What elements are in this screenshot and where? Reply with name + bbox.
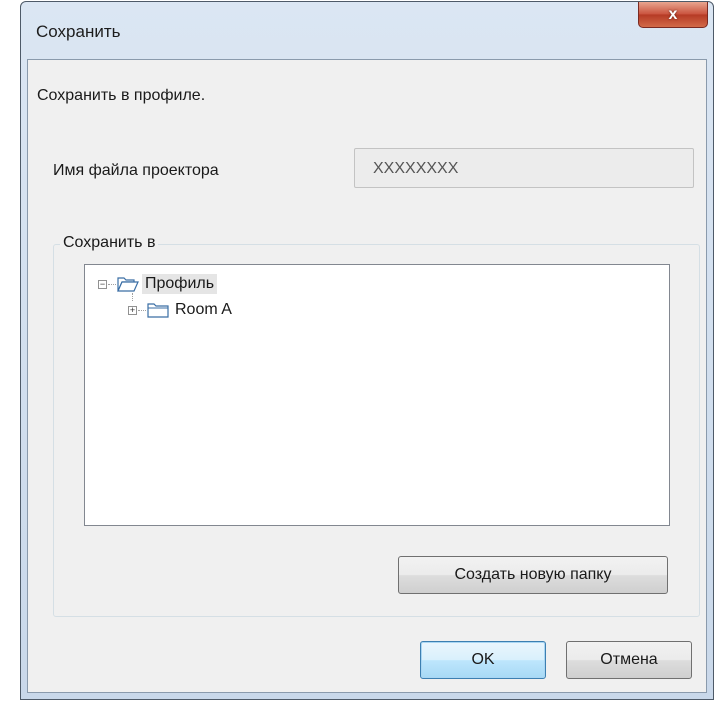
create-new-folder-button[interactable]: Создать новую папку <box>398 556 668 594</box>
cancel-button[interactable]: Отмена <box>566 641 692 679</box>
save-in-label: Сохранить в <box>60 234 159 252</box>
tree-node-label: Room A <box>175 301 232 318</box>
instruction-text: Сохранить в профиле. <box>37 87 206 104</box>
dialog-body: Сохранить в профиле. Имя файла проектора… <box>27 59 707 693</box>
tree-node-profile[interactable]: − Профиль <box>85 274 285 296</box>
expand-icon[interactable]: + <box>128 306 137 315</box>
tree-node-room-a[interactable]: + Room A <box>85 300 305 322</box>
title-bar[interactable]: Сохранить x <box>21 2 713 60</box>
projector-file-label: Имя файла проектора <box>53 162 219 179</box>
ok-button[interactable]: OK <box>420 641 546 679</box>
projector-file-field[interactable]: XXXXXXXX <box>354 148 694 188</box>
folder-icon <box>147 303 169 318</box>
open-folder-icon <box>117 277 139 292</box>
collapse-icon[interactable]: − <box>98 280 107 289</box>
save-in-group: Сохранить в − Профиль + Room A Создать н… <box>53 234 700 617</box>
close-button[interactable]: x <box>638 2 708 28</box>
close-icon: x <box>668 5 678 23</box>
save-dialog: Сохранить x Сохранить в профиле. Имя фай… <box>20 1 714 700</box>
tree-connector <box>138 310 146 311</box>
tree-node-label: Профиль <box>142 274 218 294</box>
window-title: Сохранить <box>36 22 121 41</box>
tree-connector <box>108 284 116 285</box>
folder-tree[interactable]: − Профиль + Room A <box>84 264 670 526</box>
